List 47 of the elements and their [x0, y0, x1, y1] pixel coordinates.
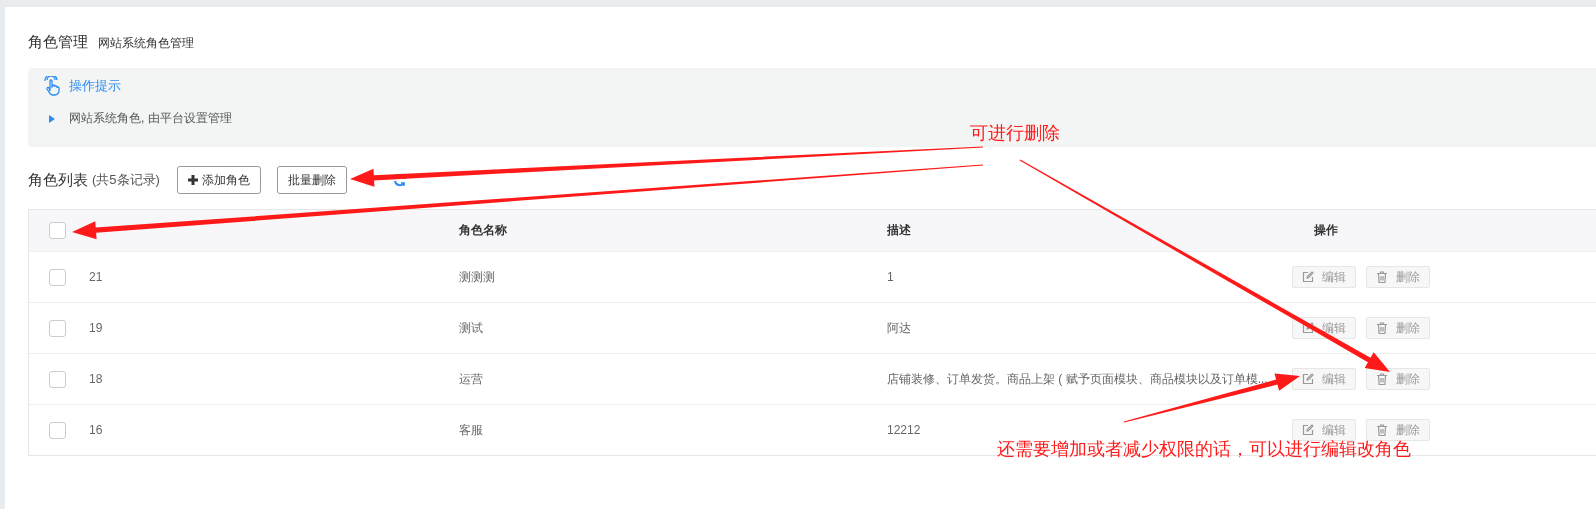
description-cell: 店铺装修、订单发货。商品上架 ( 赋予页面模块、商品模块以及订单模...: [887, 371, 1268, 386]
edit-button[interactable]: 编辑: [1292, 368, 1356, 390]
annotation-text: 还需要增加或者减少权限的话，可以进行编辑改角色: [997, 440, 1411, 458]
checkbox[interactable]: [49, 319, 66, 337]
name-cell: 测试: [459, 320, 483, 335]
name-cell: 运营: [459, 371, 483, 386]
page-title: 角色管理: [28, 33, 88, 52]
column-header: 描述: [887, 223, 911, 237]
delete-button[interactable]: 删除: [1366, 368, 1430, 390]
delete-button[interactable]: 删除: [1366, 419, 1430, 441]
batch-delete-button[interactable]: 批量删除: [276, 166, 347, 194]
checkbox[interactable]: [49, 268, 66, 286]
column-header: 角色名称: [459, 223, 507, 237]
trash-icon: [1376, 424, 1388, 436]
checkbox[interactable]: [49, 421, 66, 439]
tips-title: 操作提示: [69, 77, 121, 95]
id-cell: 19: [89, 321, 103, 335]
checkbox[interactable]: [49, 222, 66, 239]
description-cell: 阿达: [887, 320, 911, 335]
trash-icon: [1376, 322, 1388, 334]
plus-icon: [187, 175, 198, 185]
edit-icon: [1302, 424, 1314, 436]
page-subtitle: 网站系统角色管理: [98, 35, 194, 52]
description-cell: 1: [887, 270, 894, 284]
delete-button[interactable]: 删除: [1366, 266, 1430, 288]
edit-icon: [1302, 373, 1314, 385]
column-header: 操作: [1314, 223, 1338, 237]
list-title: 角色列表: [28, 170, 88, 190]
edit-button[interactable]: 编辑: [1292, 419, 1356, 441]
touch-hand-icon: [43, 76, 61, 96]
description-cell: 12212: [887, 423, 921, 437]
name-cell: 测测测: [459, 269, 495, 284]
tip-text: 网站系统角色, 由平台设置管理: [69, 110, 232, 127]
id-cell: 16: [89, 423, 103, 437]
trash-icon: [1376, 373, 1388, 385]
id-cell: 21: [89, 270, 103, 284]
id-cell: 18: [89, 372, 103, 386]
record-count: (共5条记录): [92, 171, 160, 189]
edit-button[interactable]: 编辑: [1292, 266, 1356, 288]
add-role-button[interactable]: 添加角色: [176, 166, 261, 194]
trash-icon: [1376, 271, 1388, 283]
checkbox[interactable]: [49, 370, 66, 388]
bullet-triangle-icon: [49, 114, 55, 123]
annotation-text: 可进行删除: [970, 124, 1060, 142]
edit-icon: [1302, 271, 1314, 283]
delete-button[interactable]: 删除: [1366, 317, 1430, 339]
name-cell: 客服: [459, 422, 483, 437]
